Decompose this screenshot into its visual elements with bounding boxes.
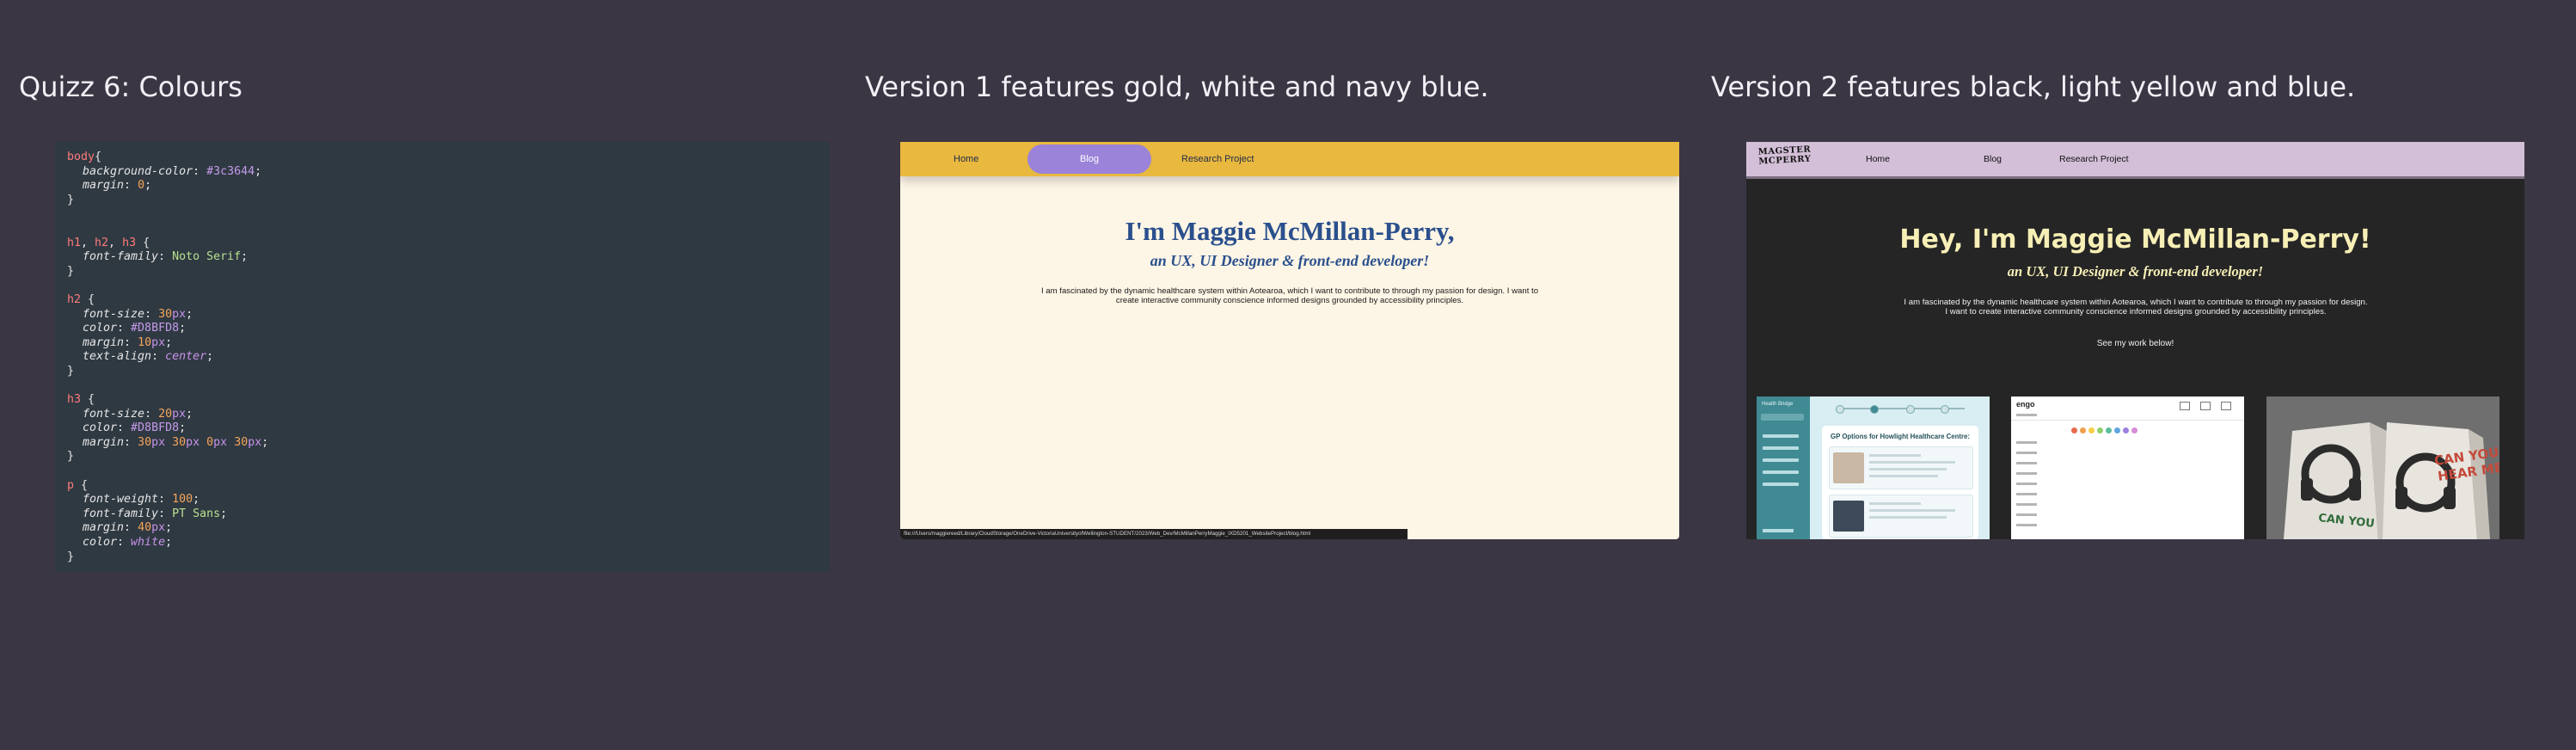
toolbar-icon bbox=[2180, 402, 2190, 410]
gp-options-title: GP Options for Howlight Healthcare Centr… bbox=[1831, 433, 1970, 440]
code-line: background-color: #3c3644; bbox=[83, 164, 262, 178]
nav-research-link[interactable]: Research Project bbox=[1181, 142, 1254, 176]
version1-caption: Version 1 features gold, white and navy … bbox=[865, 71, 1489, 103]
code-line: margin: 0; bbox=[83, 179, 152, 193]
version2-heading: Hey, I'm Maggie McMillan-Perry! bbox=[1899, 224, 2371, 255]
version1-screenshot: Home Blog Research Project I'm Maggie Mc… bbox=[900, 142, 1679, 539]
version1-intro-paragraph: I am fascinated by the dynamic healthcar… bbox=[1040, 286, 1539, 305]
version2-caption: Version 2 features black, light yellow a… bbox=[1711, 71, 2356, 103]
gp-options-card: GP Options for Howlight Healthcare Centr… bbox=[1822, 426, 1978, 539]
code-line: text-align: center; bbox=[83, 350, 214, 364]
engo-logo: engo bbox=[2016, 400, 2035, 409]
code-line: p { bbox=[67, 478, 89, 492]
code-line: margin: 10px; bbox=[83, 335, 173, 349]
app-name: Health Bridge bbox=[1762, 402, 1794, 407]
code-line: } bbox=[67, 450, 75, 464]
code-line: margin: 40px; bbox=[83, 521, 173, 535]
code-line: } bbox=[67, 264, 75, 278]
app-sidebar: Health Bridge bbox=[1757, 397, 1810, 539]
doctor-photo bbox=[1833, 501, 1864, 532]
code-line: font-weight: 100; bbox=[83, 493, 200, 507]
code-line: font-size: 30px; bbox=[83, 307, 193, 321]
toolbar-icon bbox=[2221, 402, 2231, 410]
nav-research-link[interactable]: Research Project bbox=[2059, 142, 2129, 176]
nav-home-link[interactable]: Home bbox=[1866, 142, 1890, 176]
doctor-card bbox=[1829, 446, 1973, 489]
code-line: font-family: Noto Serif; bbox=[83, 250, 248, 264]
css-code-panel: body{background-color: #3c3644; margin: 0… bbox=[55, 142, 830, 572]
code-line: color: #D8BFD8; bbox=[83, 421, 187, 435]
version2-subheading: an UX, UI Designer & front-end developer… bbox=[2007, 263, 2264, 280]
code-line: h1, h2, h3 { bbox=[67, 236, 150, 249]
code-line: body{ bbox=[67, 151, 102, 163]
nav-blog-link[interactable]: Blog bbox=[1027, 144, 1151, 174]
code-line: font-family: PT Sans; bbox=[83, 507, 228, 520]
quiz-title: Quizz 6: Colours bbox=[19, 71, 242, 103]
code-line: font-size: 20px; bbox=[83, 407, 193, 421]
code-line: color: white; bbox=[83, 536, 173, 550]
project-thumbnail-packaging[interactable]: CAN YOU HEAR ME? CAN YOU bbox=[2266, 397, 2499, 539]
version1-subheading: an UX, UI Designer & front-end developer… bbox=[1150, 252, 1430, 269]
code-line: h3 { bbox=[67, 393, 95, 407]
nav-home-link[interactable]: Home bbox=[954, 142, 978, 176]
site-logo[interactable]: MAGSTER MCPERRY bbox=[1757, 144, 1813, 166]
project-thumbnail-health-app[interactable]: Health Bridge GP Options for Howlight He… bbox=[1757, 397, 1990, 539]
doctor-card bbox=[1829, 495, 1973, 538]
code-line: } bbox=[67, 364, 75, 378]
version2-navbar: MAGSTER MCPERRY Home Blog Research Proje… bbox=[1746, 142, 2524, 179]
version1-navbar: Home Blog Research Project bbox=[900, 142, 1679, 176]
see-work-text: See my work below! bbox=[2096, 339, 2174, 348]
doctor-photo bbox=[1833, 452, 1864, 483]
version2-screenshot: MAGSTER MCPERRY Home Blog Research Proje… bbox=[1746, 142, 2524, 539]
version2-intro-paragraph: I am fascinated by the dynamic healthcar… bbox=[1904, 298, 2368, 317]
code-line: } bbox=[67, 193, 75, 206]
code-line: h2 { bbox=[67, 292, 95, 306]
code-line: margin: 30px 30px 0px 30px; bbox=[83, 435, 269, 449]
nav-blog-link[interactable]: Blog bbox=[1984, 142, 2002, 176]
progress-stepper bbox=[1836, 405, 1965, 414]
project-thumbnail-engo-app[interactable]: engo bbox=[2011, 397, 2244, 539]
code-line: color: #D8BFD8; bbox=[83, 322, 187, 335]
code-line: } bbox=[67, 550, 75, 563]
packaging-illustration: CAN YOU HEAR ME? CAN YOU bbox=[2266, 397, 2499, 539]
toolbar-icon bbox=[2200, 402, 2211, 410]
version1-heading: I'm Maggie McMillan-Perry, bbox=[1125, 216, 1455, 246]
browser-status-url: file:///Users/maggiereed/Library/CloudSt… bbox=[900, 529, 1408, 539]
